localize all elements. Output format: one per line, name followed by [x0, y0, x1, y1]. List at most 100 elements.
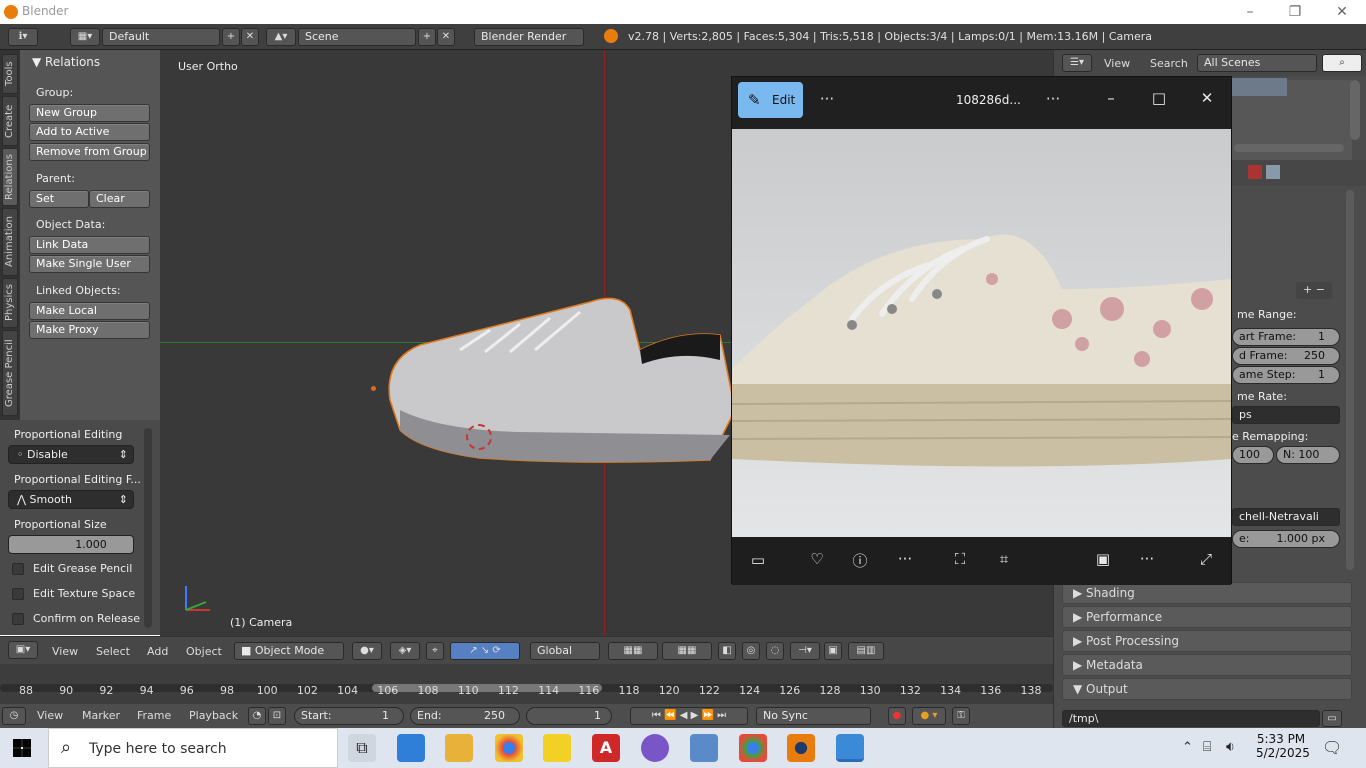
current-frame-field[interactable]: 1 [526, 707, 612, 725]
filmstrip-icon[interactable]: ▭ [745, 551, 771, 569]
more-options-icon[interactable]: ··· [814, 90, 840, 108]
snap-icon[interactable]: ⊣▾ [790, 642, 820, 660]
output-path-field[interactable]: /tmp\ [1062, 710, 1320, 727]
view-menu[interactable]: View [52, 645, 78, 658]
outliner-view-menu[interactable]: View [1104, 57, 1130, 70]
scenes-select[interactable]: All Scenes [1197, 54, 1317, 72]
render-engine-select[interactable]: Blender Render [474, 28, 584, 46]
keyset-icon[interactable]: ⚿ [952, 707, 970, 725]
orientation-select[interactable]: Global [530, 642, 600, 660]
search-icon[interactable]: ⌕ [1322, 54, 1362, 72]
post-processing-panel[interactable]: ▶ Post Processing [1062, 630, 1352, 652]
lock-range-icon[interactable]: ⊡ [268, 707, 286, 725]
filter-select[interactable]: chell-Netravali [1232, 508, 1340, 526]
set-parent-button[interactable]: Set [29, 190, 89, 208]
viber-icon[interactable] [641, 734, 669, 762]
favorite-icon[interactable]: ♡ [804, 550, 830, 568]
scene-icon[interactable]: ▲▾ [266, 28, 296, 46]
object-menu[interactable]: Object [186, 645, 222, 658]
more-options-3-icon[interactable]: ··· [892, 550, 918, 568]
texture-tab-icon[interactable] [1248, 165, 1262, 179]
make-local-button[interactable]: Make Local [29, 302, 150, 320]
minimize-button[interactable]: – [1238, 2, 1262, 22]
chrome-icon[interactable] [495, 734, 523, 762]
panel-scrollbar[interactable] [144, 428, 152, 628]
outliner-hscroll[interactable] [1234, 144, 1344, 152]
start-windows-icon[interactable] [13, 739, 31, 757]
snap-target-icon[interactable]: ▣ [824, 642, 842, 660]
start-frame-prop[interactable]: art Frame: 1 [1232, 328, 1340, 346]
tab-relations[interactable]: Relations [2, 148, 18, 206]
3d-cursor-icon[interactable] [466, 424, 492, 450]
editor-type-icon[interactable]: ▣▾ [8, 641, 38, 659]
app-icon[interactable] [690, 734, 718, 762]
record-icon[interactable]: ● [888, 707, 906, 725]
properties-scrollbar[interactable] [1346, 190, 1354, 570]
taskbar-search-box[interactable]: ⌕ Type here to search [48, 728, 338, 768]
fit-icon[interactable]: ▣ [1090, 550, 1116, 568]
editor-type-icon[interactable]: ◷ [2, 707, 26, 725]
blender-taskbar-icon[interactable] [787, 734, 815, 762]
remap-old-field[interactable]: 100 [1232, 446, 1274, 464]
remove-from-group-button[interactable]: Remove from Group [29, 143, 150, 161]
add-layout-icon[interactable]: + [222, 28, 240, 46]
grease-pencil-checkbox[interactable] [12, 563, 24, 575]
sync-select[interactable]: No Sync [756, 707, 871, 725]
timeline-ruler[interactable]: 88 90 92 94 96 98 100 102 104 106 108 110 112 114 116 1… [0, 664, 1053, 704]
tab-grease-pencil[interactable]: Grease Pencil [2, 330, 18, 416]
notifications-icon[interactable]: 🗨︎ [1322, 738, 1342, 757]
close-button[interactable]: ✕ [1330, 2, 1354, 22]
layout-field[interactable]: Default [102, 28, 220, 46]
tab-animation[interactable]: Animation [2, 208, 18, 276]
lock-icon[interactable]: ◧ [718, 642, 736, 660]
outliner-search-menu[interactable]: Search [1150, 57, 1188, 70]
photos-maximize-button[interactable]: □ [1146, 89, 1172, 107]
link-data-button[interactable]: Link Data [29, 236, 150, 254]
remove-scene-icon[interactable]: ✕ [437, 28, 455, 46]
acrobat-icon[interactable]: A [592, 734, 620, 762]
remap-new-field[interactable]: N: 100 [1276, 446, 1340, 464]
tab-physics[interactable]: Physics [2, 278, 18, 328]
filter-size-field[interactable]: e: 1.000 px [1232, 530, 1340, 548]
edit-button[interactable]: ✎ Edit [738, 82, 803, 118]
clock[interactable]: 5:33 PM 5/2/2025 [1256, 732, 1310, 760]
make-single-user-button[interactable]: Make Single User [29, 255, 150, 273]
opengl-render-icon[interactable]: ▤▥ [848, 642, 884, 660]
photos-close-button[interactable]: ✕ [1194, 89, 1220, 107]
shading-panel[interactable]: ▶ Shading [1062, 582, 1352, 604]
outliner-selection[interactable] [1232, 78, 1287, 96]
outliner-type-icon[interactable]: ☰▾ [1062, 54, 1092, 72]
frame-menu[interactable]: Frame [137, 709, 171, 722]
volume-icon[interactable]: 🔉︎ [1226, 739, 1235, 755]
layers-grid-icon[interactable]: ▦▦ [608, 642, 658, 660]
texture-space-checkbox[interactable] [12, 588, 24, 600]
tab-create[interactable]: Create [2, 96, 18, 146]
visual-search-icon[interactable]: ⌗ [991, 550, 1017, 568]
panel-title[interactable]: ▼ Relations [32, 55, 100, 69]
end-frame-prop[interactable]: d Frame: 250 [1232, 347, 1340, 365]
editor-type-icon[interactable]: ℹ▾ [8, 28, 38, 46]
mode-select[interactable]: ■ Object Mode [234, 642, 344, 660]
manipulator-icon[interactable]: ⌖ [426, 642, 444, 660]
pivot-icon[interactable]: ◈▾ [390, 642, 420, 660]
end-frame-field[interactable]: End: 250 [410, 707, 520, 725]
timeline-view-menu[interactable]: View [37, 709, 63, 722]
add-to-active-button[interactable]: Add to Active [29, 123, 150, 141]
remove-layout-icon[interactable]: ✕ [241, 28, 259, 46]
transform-icons[interactable]: ↗ ↘ ⟳ [450, 642, 520, 660]
playback-controls-icon[interactable]: ⏮ ⏪ ◀ ▶ ⏩ ⏭ [630, 707, 748, 725]
add-menu[interactable]: Add [147, 645, 168, 658]
task-view-icon[interactable]: ⧉ [348, 734, 376, 762]
add-scene-icon[interactable]: + [418, 28, 436, 46]
more-options-4-icon[interactable]: ··· [1134, 550, 1160, 568]
proportional-editing-select[interactable]: ◦ Disable ⇕ [8, 445, 134, 464]
frame-rate-select[interactable]: ps [1232, 406, 1340, 424]
render-icon[interactable]: ◎ [742, 642, 760, 660]
falloff-select[interactable]: ⋀ Smooth ⇕ [8, 490, 134, 509]
more-options-2-icon[interactable]: ··· [1040, 90, 1066, 108]
scene-field[interactable]: Scene [298, 28, 416, 46]
proportional-icon[interactable]: ◌ [766, 642, 784, 660]
edge-icon[interactable] [397, 734, 425, 762]
outliner-scrollbar[interactable] [1350, 80, 1360, 140]
metadata-panel[interactable]: ▶ Metadata [1062, 654, 1352, 676]
